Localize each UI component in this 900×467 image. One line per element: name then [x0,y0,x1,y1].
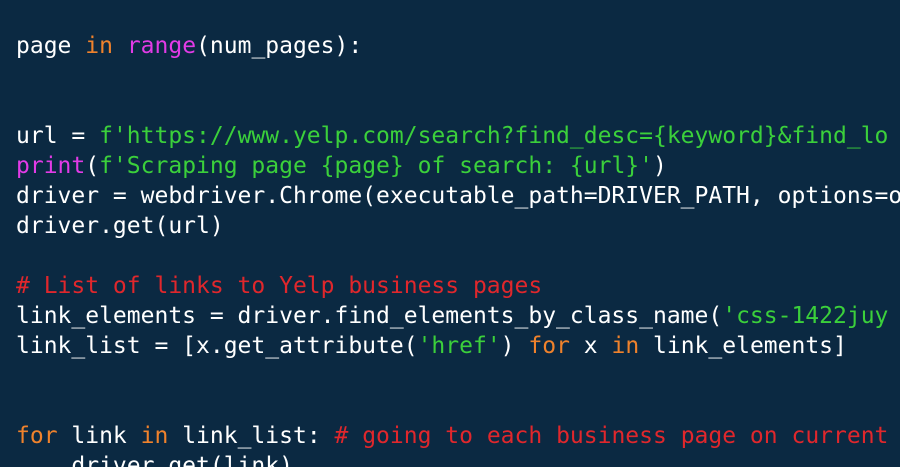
code-line: driver.get(url) [16,211,224,241]
code-token-keyword: in [140,423,169,449]
code-line: # List of links to Yelp business pages [16,271,542,301]
code-token-default: page [16,33,86,59]
code-token-default [113,33,127,59]
code-token-default: driver.get(link) [16,453,293,467]
code-line: driver = webdriver.Chrome(executable_pat… [16,181,900,211]
code-token-default: ) [653,153,667,179]
code-editor[interactable]: page in range(num_pages):url = f'https:/… [0,0,900,467]
code-token-string: 'href' [417,333,501,359]
code-token-default: link_list: [168,423,335,449]
code-token-keyword: in [85,33,113,59]
code-token-builtin: print [16,153,86,179]
code-token-string: 'css-1422juy [722,303,889,329]
code-token-string: f'Scraping page {page} of search: {url}' [99,153,653,179]
code-token-default: link_list = [x.get_attribute( [16,333,418,359]
code-line: url = f'https://www.yelp.com/search?find… [16,121,888,151]
code-token-default: link_elements = driver.find_elements_by_… [16,303,723,329]
code-token-default: link [57,423,141,449]
code-token-default: x [569,333,612,359]
code-token-default: ( [85,153,100,179]
code-line: for link in link_list: # going to each b… [16,421,888,451]
code-line: link_elements = driver.find_elements_by_… [16,301,888,331]
code-token-comment: # going to each business page on current [334,423,889,449]
code-token-comment: # List of links to Yelp business pages [16,273,543,299]
code-token-builtin: range [126,33,197,59]
code-line: link_list = [x.get_attribute('href') for… [16,331,847,361]
code-token-string: f'https://www.yelp.com/search?find_desc=… [99,123,889,149]
code-line: print(f'Scraping page {page} of search: … [16,151,667,181]
code-token-default: ) [500,333,529,359]
code-token-keyword: for [528,333,570,359]
code-token-keyword: in [611,333,640,359]
code-line: driver.get(link) [16,451,293,467]
code-token-default: link_elements] [639,333,847,359]
code-token-default: driver.get(url) [16,213,224,239]
code-token-keyword: for [16,423,58,449]
code-token-default: (num_pages): [196,33,363,59]
code-token-default: driver = webdriver.Chrome(executable_pat… [16,183,900,209]
code-line: page in range(num_pages): [16,31,362,61]
code-token-default: url = [16,123,100,149]
